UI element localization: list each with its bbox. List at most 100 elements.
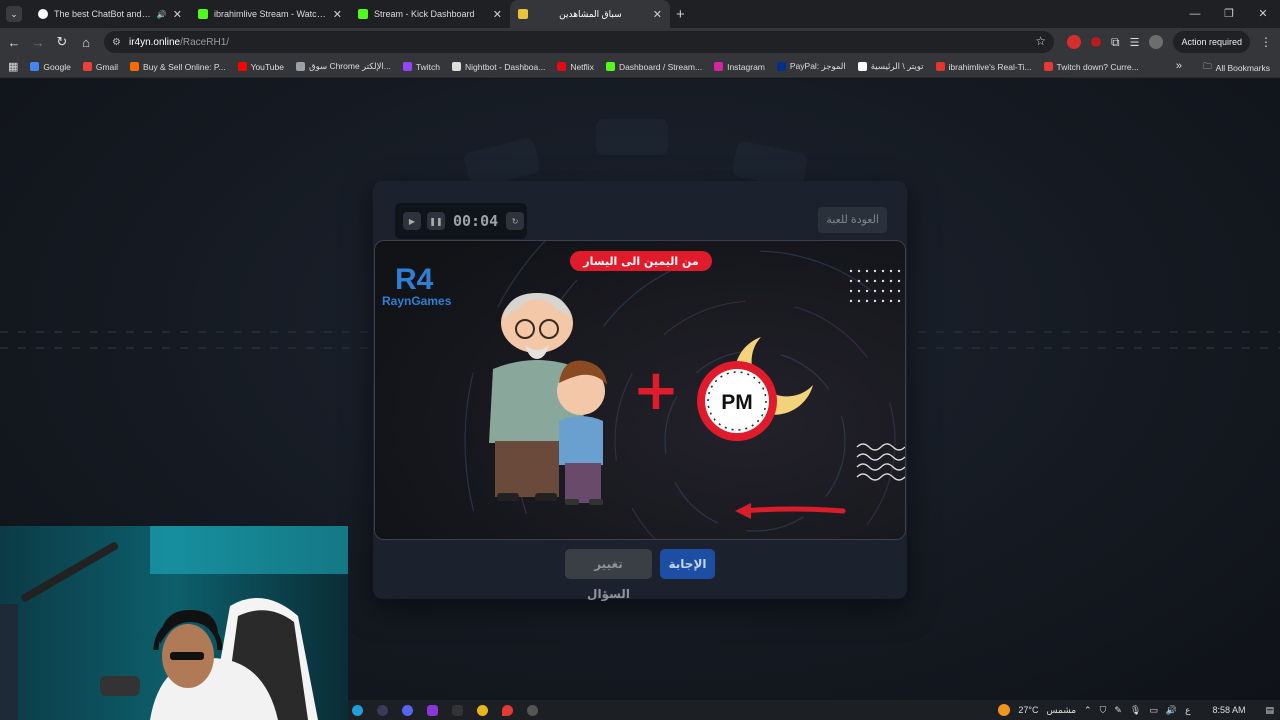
tab-chatbot[interactable]: The best ChatBot and Widg 🔊 ✕ [30,0,190,28]
bookmark-favicon [714,62,724,71]
address-bar[interactable]: ⚙ ir4yn.online/RaceRH1/ ☆ [104,31,1054,53]
extensions-puzzle-icon[interactable]: ⧉ [1111,35,1120,50]
chrome-icon[interactable] [477,704,488,716]
maps-pin-icon[interactable] [502,704,513,716]
change-question-button[interactable]: تغيير السؤال [565,549,652,601]
pen-icon[interactable]: ✎ [1114,705,1122,716]
audio-icon[interactable]: 🔊 [157,10,167,19]
weather-sun-icon[interactable] [998,704,1011,716]
bookmark-favicon [776,62,786,71]
restore-icon[interactable]: ❐ [1212,0,1246,28]
back-icon[interactable]: ← [2,35,26,50]
timer-display: 00:04 [453,212,499,230]
bookmark-favicon [605,62,615,71]
bookmark-item[interactable]: تويتر \ الرئيسية [857,61,924,72]
all-bookmarks-button[interactable]: 🗀 All Bookmarks [1203,61,1270,75]
volume-icon[interactable]: 🔊 [1166,705,1177,716]
minimize-icon[interactable]: — [1178,0,1212,28]
menu-kebab-icon[interactable]: ⋮ [1260,35,1272,49]
bookmark-item[interactable]: Buy & Sell Online: P... [130,62,226,72]
pause-icon[interactable]: ❚❚ [427,212,445,230]
reload-icon[interactable]: ↻ [50,34,74,50]
folder-icon: 🗀 [1203,61,1212,71]
streamlabs-icon[interactable] [427,704,438,716]
bookmark-item[interactable]: Instagram [714,62,765,72]
webcam-image [0,526,348,720]
new-tab-button[interactable]: + [676,6,685,23]
settings-icon[interactable] [527,704,538,716]
close-tab-icon[interactable]: ✕ [653,8,662,21]
plus-sign: + [633,358,680,423]
toolbar-right: ⧉ ☰ Action required ⋮ [1067,31,1272,53]
bookmark-label: سوق Chrome الإلكتر... [308,61,391,71]
reset-icon[interactable]: ↻ [506,212,525,230]
bookmark-label: Twitch [415,61,440,72]
edge-icon[interactable] [352,704,363,716]
bookmark-item[interactable]: Google [30,61,71,72]
security-icon[interactable]: ⛉ [1100,705,1107,716]
bookmark-item[interactable]: سوق Chrome الإلكتر... [295,61,391,72]
bookmark-favicon [82,62,92,71]
tab-viewers-race[interactable]: سباق المشاهدين ✕ [510,0,670,28]
bookmark-label: Twitch down? Curre... [1056,61,1139,72]
question-illustration: من اليمين الى اليسار R4 RaynGames + PM [375,241,905,539]
bookmark-label: Google [43,61,71,72]
tab-search-button[interactable]: ⌄ [6,6,22,22]
bookmark-star-icon[interactable]: ☆ [1035,34,1046,48]
microphone-icon[interactable]: 🎙 [1130,705,1141,716]
tab-kick-stream[interactable]: ibrahimlive Stream - Watch Live ✕ [190,0,350,28]
bookmark-label: YouTube [250,61,284,72]
clock-time[interactable]: 8:58 AM [1212,705,1245,715]
close-window-icon[interactable]: ✕ [1246,0,1280,28]
close-tab-icon[interactable]: ✕ [173,8,182,21]
profile-avatar[interactable] [1149,35,1164,49]
close-tab-icon[interactable]: ✕ [333,8,342,21]
reading-list-icon[interactable]: ☰ [1130,36,1140,49]
bookmark-item[interactable]: Netflix [557,62,594,72]
home-icon[interactable]: ⌂ [74,35,98,50]
back-to-game-button[interactable]: العودة للعبة [818,207,887,233]
extension-hand-icon[interactable] [1091,37,1101,47]
bookmark-label: Netflix [570,61,594,72]
capcut-icon[interactable] [452,704,463,716]
kick-icon [198,9,208,19]
bookmark-favicon [1043,62,1053,71]
bookmark-item[interactable]: YouTube [237,61,284,72]
extension-red-icon[interactable] [1067,35,1081,49]
bookmark-item[interactable]: Gmail [82,61,119,72]
kick-icon [358,9,368,19]
bookmark-item[interactable]: PayPal: الموجز [776,61,846,72]
notifications-icon[interactable]: ▤ [1265,705,1274,716]
tray-overflow-icon[interactable]: ⌃ [1084,705,1092,716]
bookmark-item[interactable]: Nightbot - Dashboa... [451,61,546,72]
windows-taskbar: 27°C مشمس ⌃ ⛉ ✎ 🎙 ▭ 🔊 ع 8:58 AM ▤ [348,700,1280,720]
timer-panel: ▶ ❚❚ 00:04 ↻ [395,203,527,239]
forward-icon[interactable]: → [26,35,50,50]
answer-button[interactable]: الإجابة [660,549,715,579]
play-icon[interactable]: ▶ [403,212,421,230]
modal-actions: تغيير السؤال الإجابة [373,549,907,601]
tab-kick-dashboard[interactable]: Stream - Kick Dashboard ✕ [350,0,510,28]
apps-grid-icon[interactable]: ▦ [8,60,18,73]
bookmark-item[interactable]: Dashboard / Stream... [605,62,702,72]
bookmark-label: Gmail [95,61,119,72]
tab-strip: ⌄ The best ChatBot and Widg 🔊 ✕ ibrahiml… [0,0,1280,28]
network-icon[interactable]: ▭ [1149,705,1158,716]
tab-title: سباق المشاهدين [559,8,622,19]
obs-icon[interactable] [377,704,388,716]
bookmark-item[interactable]: Twitch [402,61,440,72]
action-required-button[interactable]: Action required [1173,31,1250,53]
discord-icon[interactable] [402,704,413,716]
bookmark-label: Nightbot - Dashboa... [464,61,546,72]
more-bookmarks-icon[interactable]: » [1176,60,1182,72]
bookmark-item[interactable]: Twitch down? Curre... [1043,61,1139,72]
language-indicator[interactable]: ع [1185,705,1190,716]
close-tab-icon[interactable]: ✕ [493,8,502,21]
direction-banner: من اليمين الى اليسار [570,251,712,271]
temperature: 27°C [1018,705,1039,715]
tab-title: The best ChatBot and Widg [54,9,153,19]
bookmarks-bar: ▦ Google Gmail Buy & Sell Online: P... YouT… [0,56,1280,78]
bookmark-item[interactable]: ibrahimlive's Real-Ti... [935,62,1032,72]
window-controls: — ❐ ✕ [1178,0,1280,28]
site-info-icon[interactable]: ⚙ [112,37,121,48]
